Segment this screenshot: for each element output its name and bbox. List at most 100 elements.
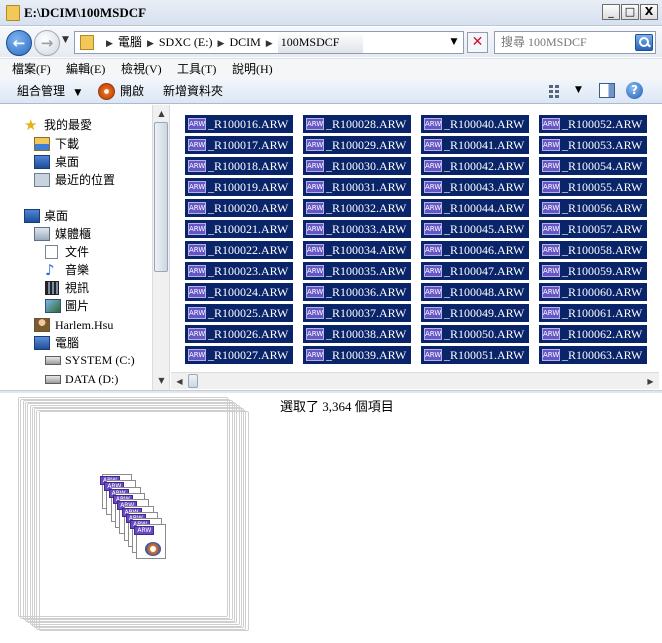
breadcrumb-dcim[interactable]: DCIM: [229, 32, 260, 53]
file-item[interactable]: ARW _R100016.ARW: [185, 115, 293, 133]
folder-icon: [6, 5, 20, 21]
file-name: _R100029.ARW: [326, 138, 407, 152]
file-item[interactable]: ARW _R100048.ARW: [421, 283, 529, 301]
file-item[interactable]: ARW _R100041.ARW: [421, 136, 529, 154]
file-item[interactable]: ARW _R100058.ARW: [539, 241, 647, 259]
scroll-up-icon[interactable]: ▲: [154, 106, 169, 121]
file-item[interactable]: ARW _R100063.ARW: [539, 346, 647, 364]
file-item[interactable]: ARW _R100057.ARW: [539, 220, 647, 238]
chevron-right-icon[interactable]: ▶: [218, 34, 225, 55]
file-item[interactable]: ARW _R100062.ARW: [539, 325, 647, 343]
scroll-down-icon[interactable]: ▼: [154, 373, 169, 388]
file-item[interactable]: ARW _R100021.ARW: [185, 220, 293, 238]
search-box[interactable]: [494, 31, 656, 54]
file-list-horizontal-scrollbar[interactable]: ◀ ▶: [171, 372, 659, 389]
new-folder-button[interactable]: 新增資料夾: [163, 83, 223, 99]
file-item[interactable]: ARW _R100030.ARW: [303, 157, 411, 175]
forward-button[interactable]: →: [34, 30, 60, 56]
file-item[interactable]: ARW _R100052.ARW: [539, 115, 647, 133]
scroll-left-icon[interactable]: ◀: [172, 374, 187, 389]
file-item[interactable]: ARW _R100035.ARW: [303, 262, 411, 280]
file-item[interactable]: ARW _R100020.ARW: [185, 199, 293, 217]
arw-file-icon: ARW: [188, 223, 206, 235]
file-item[interactable]: ARW _R100031.ARW: [303, 178, 411, 196]
file-item[interactable]: ARW _R100053.ARW: [539, 136, 647, 154]
file-item[interactable]: ARW _R100023.ARW: [185, 262, 293, 280]
file-item[interactable]: ARW _R100038.ARW: [303, 325, 411, 343]
menu-help[interactable]: 說明(H): [232, 61, 273, 77]
file-item[interactable]: ARW _R100043.ARW: [421, 178, 529, 196]
file-item[interactable]: ARW _R100037.ARW: [303, 304, 411, 322]
file-item[interactable]: ARW _R100044.ARW: [421, 199, 529, 217]
menu-file[interactable]: 檔案(F): [12, 61, 51, 77]
file-name: _R100043.ARW: [444, 180, 525, 194]
minimize-button[interactable]: _: [602, 4, 620, 20]
scroll-right-icon[interactable]: ▶: [643, 374, 658, 389]
file-item[interactable]: ARW _R100059.ARW: [539, 262, 647, 280]
breadcrumb-current[interactable]: 100MSDCF: [277, 32, 364, 53]
file-item[interactable]: ARW _R100051.ARW: [421, 346, 529, 364]
file-item[interactable]: ARW _R100025.ARW: [185, 304, 293, 322]
file-name: _R100028.ARW: [326, 117, 407, 131]
chevron-right-icon[interactable]: ▶: [106, 34, 113, 55]
stop-refresh-button[interactable]: ✕: [467, 32, 488, 53]
maximize-button[interactable]: □: [621, 4, 639, 20]
file-item[interactable]: ARW _R100029.ARW: [303, 136, 411, 154]
file-item[interactable]: ARW _R100026.ARW: [185, 325, 293, 343]
file-name: _R100033.ARW: [326, 222, 407, 236]
horizontal-scroll-thumb[interactable]: [188, 374, 198, 388]
change-view-icon[interactable]: [549, 84, 563, 98]
file-name: _R100047.ARW: [444, 264, 525, 278]
address-bar[interactable]: ▶ 電腦 ▶ SDXC (E:) ▶ DCIM ▶ 100MSDCF ▼: [74, 31, 464, 54]
search-input[interactable]: [501, 34, 631, 51]
organize-button[interactable]: 組合管理 ▼: [17, 83, 81, 101]
file-item[interactable]: ARW _R100056.ARW: [539, 199, 647, 217]
file-item[interactable]: ARW _R100045.ARW: [421, 220, 529, 238]
file-item[interactable]: ARW _R100022.ARW: [185, 241, 293, 259]
breadcrumb-computer[interactable]: 電腦: [118, 32, 142, 53]
file-item[interactable]: ARW _R100033.ARW: [303, 220, 411, 238]
open-button[interactable]: 開啟: [120, 83, 144, 99]
view-options-dropdown[interactable]: ▼: [575, 85, 582, 95]
arw-thumbnail: ARW: [134, 524, 167, 560]
file-item[interactable]: ARW _R100042.ARW: [421, 157, 529, 175]
file-item[interactable]: ARW _R100017.ARW: [185, 136, 293, 154]
file-item[interactable]: ARW _R100050.ARW: [421, 325, 529, 343]
file-item[interactable]: ARW _R100036.ARW: [303, 283, 411, 301]
file-item[interactable]: ARW _R100034.ARW: [303, 241, 411, 259]
file-item[interactable]: ARW _R100027.ARW: [185, 346, 293, 364]
file-name: _R100022.ARW: [208, 243, 289, 257]
file-item[interactable]: ARW _R100039.ARW: [303, 346, 411, 364]
chevron-right-icon[interactable]: ▶: [266, 34, 273, 55]
file-item[interactable]: ARW _R100054.ARW: [539, 157, 647, 175]
address-dropdown-icon[interactable]: ▼: [447, 32, 461, 53]
file-item[interactable]: ARW _R100055.ARW: [539, 178, 647, 196]
menu-edit[interactable]: 編輯(E): [66, 61, 105, 77]
preview-pane-icon[interactable]: [599, 83, 615, 98]
menu-view[interactable]: 檢視(V): [121, 61, 162, 77]
library-icon: [34, 227, 50, 241]
arw-file-icon: ARW: [542, 286, 560, 298]
file-item[interactable]: ARW _R100060.ARW: [539, 283, 647, 301]
chevron-right-icon[interactable]: ▶: [147, 34, 154, 55]
breadcrumb-drive[interactable]: SDXC (E:): [159, 32, 213, 53]
file-item[interactable]: ARW _R100032.ARW: [303, 199, 411, 217]
file-item[interactable]: ARW _R100047.ARW: [421, 262, 529, 280]
file-item[interactable]: ARW _R100040.ARW: [421, 115, 529, 133]
back-button[interactable]: ←: [6, 30, 32, 56]
navigation-scrollbar[interactable]: ▲ ▼: [152, 105, 169, 390]
file-item[interactable]: ARW _R100028.ARW: [303, 115, 411, 133]
navigation-scroll-thumb[interactable]: [154, 122, 168, 272]
menu-tools[interactable]: 工具(T): [177, 61, 216, 77]
file-item[interactable]: ARW _R100018.ARW: [185, 157, 293, 175]
search-icon[interactable]: [635, 34, 653, 51]
file-item[interactable]: ARW _R100061.ARW: [539, 304, 647, 322]
help-icon[interactable]: ?: [626, 82, 643, 99]
file-item[interactable]: ARW _R100019.ARW: [185, 178, 293, 196]
file-item[interactable]: ARW _R100024.ARW: [185, 283, 293, 301]
file-item[interactable]: ARW _R100046.ARW: [421, 241, 529, 259]
file-name: _R100038.ARW: [326, 327, 407, 341]
close-button[interactable]: X: [640, 4, 658, 20]
file-item[interactable]: ARW _R100049.ARW: [421, 304, 529, 322]
recent-pages-dropdown[interactable]: ▼: [62, 35, 69, 45]
